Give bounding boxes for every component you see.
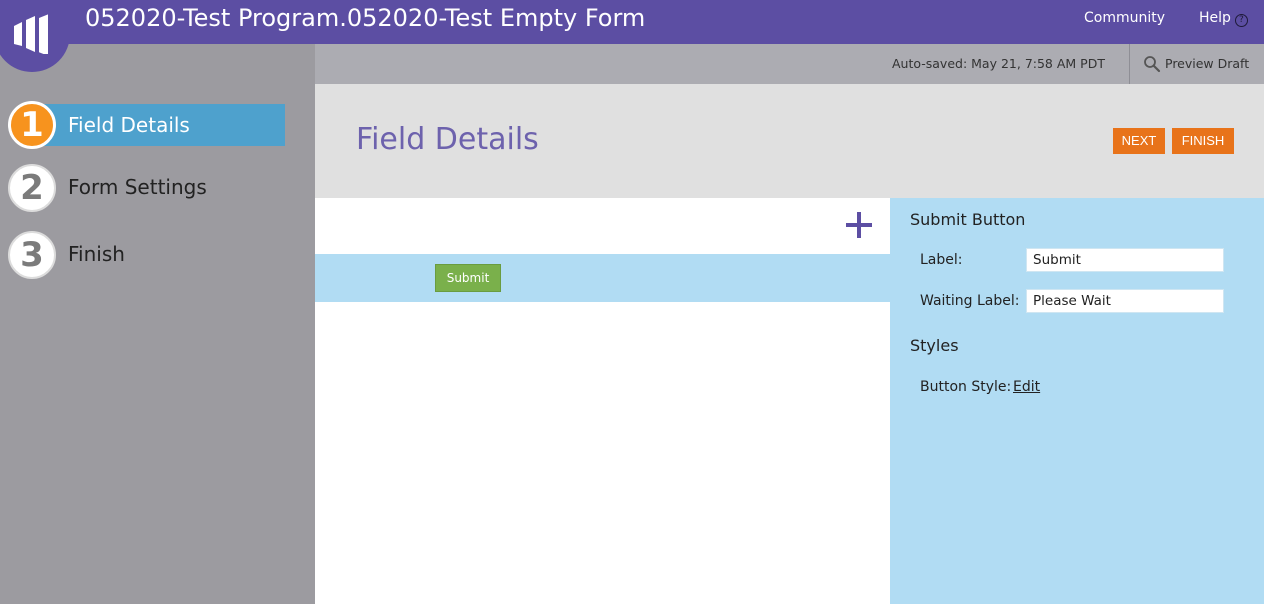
- styles-section-title: Styles: [910, 336, 959, 355]
- plus-icon[interactable]: [846, 212, 872, 238]
- step-form-settings[interactable]: 2 Form Settings: [8, 164, 286, 212]
- step-finish[interactable]: 3 Finish: [8, 231, 286, 279]
- properties-panel: Submit Button Label: Waiting Label: Styl…: [890, 198, 1264, 604]
- help-link[interactable]: Help?: [1199, 8, 1248, 28]
- edit-button-style-link[interactable]: Edit: [1013, 379, 1040, 395]
- preview-draft-label: Preview Draft: [1165, 56, 1250, 71]
- help-label: Help: [1199, 10, 1231, 26]
- community-link[interactable]: Community: [1084, 8, 1165, 28]
- step-number-badge: 3: [8, 231, 56, 279]
- app-title: 052020-Test Program.052020-Test Empty Fo…: [85, 4, 646, 32]
- step-field-details[interactable]: 1 Field Details: [8, 101, 285, 149]
- submit-button-section-title: Submit Button: [910, 210, 1026, 229]
- save-status-bar: Auto-saved: May 21, 7:58 AM PDT Preview …: [315, 44, 1264, 84]
- waiting-label-field-label: Waiting Label:: [920, 293, 1020, 309]
- finish-button[interactable]: FINISH: [1172, 128, 1234, 154]
- label-input[interactable]: [1026, 248, 1224, 272]
- step-label: Form Settings: [68, 175, 207, 199]
- top-header: 052020-Test Program.052020-Test Empty Fo…: [0, 0, 1264, 44]
- waiting-label-input[interactable]: [1026, 289, 1224, 313]
- label-field-label: Label:: [920, 252, 963, 268]
- logo-bars-icon: [14, 14, 48, 54]
- wizard-sidebar: 1 Field Details 2 Form Settings 3 Finish: [0, 44, 315, 604]
- preview-draft-button[interactable]: Preview Draft: [1129, 44, 1264, 84]
- autosave-status: Auto-saved: May 21, 7:58 AM PDT: [892, 56, 1105, 71]
- step-label: Finish: [68, 242, 125, 266]
- page-header: Field Details NEXT FINISH: [315, 84, 1264, 198]
- page-title: Field Details: [356, 122, 539, 157]
- next-button[interactable]: NEXT: [1113, 128, 1165, 154]
- button-style-label: Button Style:: [920, 379, 1012, 395]
- step-number-badge: 2: [8, 164, 56, 212]
- submit-button-row[interactable]: Submit: [315, 254, 890, 302]
- form-canvas: Submit: [315, 198, 890, 604]
- form-submit-button[interactable]: Submit: [435, 264, 501, 292]
- step-number-badge: 1: [8, 101, 56, 149]
- magnifier-icon: [1144, 56, 1161, 73]
- step-label: Field Details: [68, 113, 190, 137]
- question-circle-icon: ?: [1234, 14, 1248, 27]
